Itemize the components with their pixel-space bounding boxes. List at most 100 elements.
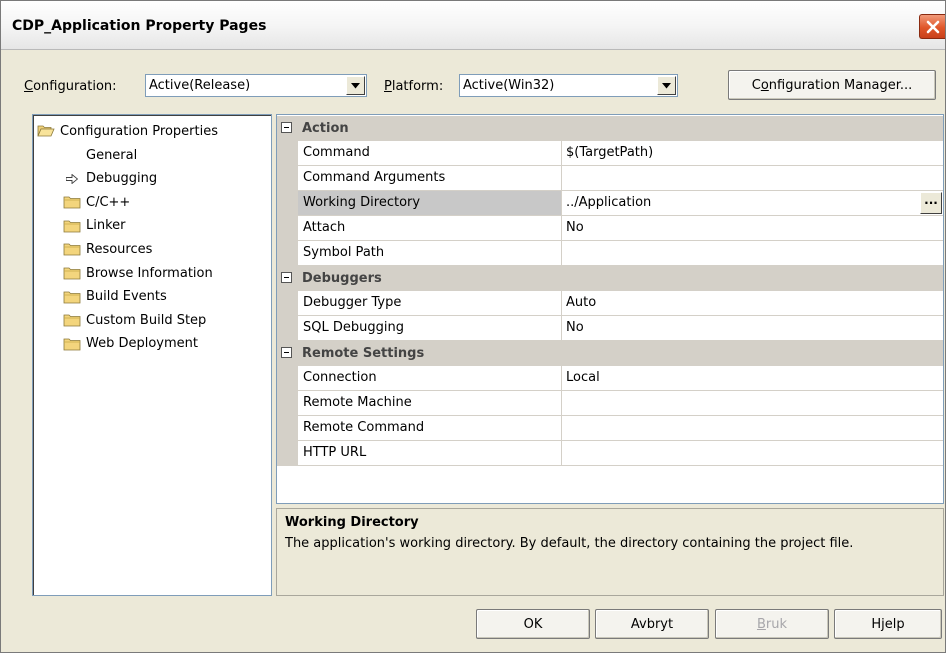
chevron-down-icon — [662, 82, 671, 88]
row-gutter — [277, 166, 298, 191]
tree-item-resources[interactable]: Resources — [63, 238, 152, 260]
tree-item-general[interactable]: General — [63, 144, 137, 166]
tree-item-label: Build Events — [86, 289, 167, 305]
browse-ellipsis-button[interactable]: ... — [920, 192, 942, 214]
category-label: Debuggers — [302, 271, 382, 286]
property-name[interactable]: Command Arguments — [298, 166, 562, 191]
category-remote-settings[interactable]: Remote Settings — [277, 341, 943, 366]
configuration-tree[interactable]: Configuration Properties General Debuggin… — [32, 114, 272, 596]
property-name[interactable]: Remote Machine — [298, 391, 562, 416]
description-text: The application's working directory. By … — [285, 536, 854, 551]
row-gutter — [277, 141, 298, 166]
property-name[interactable]: Debugger Type — [298, 291, 562, 316]
property-row-command-arguments[interactable]: Command Arguments — [277, 166, 943, 191]
property-name[interactable]: Attach — [298, 216, 562, 241]
folder-icon — [63, 219, 81, 233]
tree-item-build-events[interactable]: Build Events — [63, 286, 167, 308]
tree-item-debugging[interactable]: Debugging — [63, 168, 157, 190]
property-name[interactable]: Working Directory — [298, 191, 562, 216]
tree-item-custom-build-step[interactable]: Custom Build Step — [63, 309, 206, 331]
apply-button[interactable]: Bruk — [715, 609, 829, 639]
category-debuggers[interactable]: Debuggers — [277, 266, 943, 291]
property-name[interactable]: Command — [298, 141, 562, 166]
row-gutter — [277, 416, 298, 441]
collapse-icon[interactable] — [281, 347, 292, 358]
property-value[interactable]: Local — [562, 366, 943, 391]
property-row-symbol-path[interactable]: Symbol Path — [277, 241, 943, 266]
row-gutter — [277, 216, 298, 241]
property-row-command[interactable]: Command $(TargetPath) — [277, 141, 943, 166]
configuration-manager-button[interactable]: Co nfiguration Manager... — [728, 70, 936, 100]
property-value[interactable]: No — [562, 316, 943, 341]
tree-item-label: Web Deployment — [86, 336, 198, 352]
arrow-right-icon — [63, 172, 81, 186]
property-row-working-directory[interactable]: Working Directory ../Application... — [277, 191, 943, 216]
folder-icon — [63, 313, 81, 327]
property-value[interactable] — [562, 416, 943, 441]
category-label: Action — [302, 121, 349, 136]
configuration-label: Configuration: — [24, 79, 117, 94]
collapse-icon[interactable] — [281, 272, 292, 283]
row-gutter — [277, 366, 298, 391]
platform-label: Platform: — [384, 79, 444, 94]
close-icon — [926, 20, 939, 33]
chevron-down-icon — [351, 82, 360, 88]
property-value[interactable]: No — [562, 216, 943, 241]
property-value[interactable]: $(TargetPath) — [562, 141, 943, 166]
open-folder-icon — [37, 124, 55, 138]
tree-item-spacer — [63, 148, 81, 162]
property-row-connection[interactable]: Connection Local — [277, 366, 943, 391]
window-title: CDP_Application Property Pages — [12, 18, 267, 34]
property-value[interactable]: Auto — [562, 291, 943, 316]
row-gutter — [277, 191, 298, 216]
ok-button[interactable]: OK — [476, 609, 590, 639]
close-button[interactable] — [919, 14, 945, 39]
property-row-remote-command[interactable]: Remote Command — [277, 416, 943, 441]
folder-icon — [63, 337, 81, 351]
property-value[interactable] — [562, 166, 943, 191]
property-row-sql-debugging[interactable]: SQL Debugging No — [277, 316, 943, 341]
tree-item-label: Custom Build Step — [86, 312, 207, 328]
tree-item-label: Debugging — [86, 171, 158, 187]
configuration-value: Active(Release) — [149, 78, 251, 93]
tree-item-label: Linker — [86, 218, 126, 234]
category-action[interactable]: Action — [277, 116, 943, 141]
property-grid[interactable]: Action Command $(TargetPath) Command Argume… — [276, 114, 944, 504]
configuration-dropdown-button[interactable] — [346, 76, 365, 95]
tree-item-browse-information[interactable]: Browse Information — [63, 262, 213, 284]
tree-item-label: Browse Information — [86, 265, 213, 281]
property-value[interactable]: ../Application... — [562, 191, 943, 216]
tree-item-linker[interactable]: Linker — [63, 215, 126, 237]
folder-icon — [63, 242, 81, 256]
tree-root-label: Configuration Properties — [60, 123, 218, 139]
property-value[interactable] — [562, 241, 943, 266]
configuration-select[interactable]: Active(Release) — [145, 74, 367, 97]
property-name[interactable]: Remote Command — [298, 416, 562, 441]
property-value[interactable] — [562, 391, 943, 416]
property-row-http-url[interactable]: HTTP URL — [277, 441, 943, 466]
folder-icon — [63, 195, 81, 209]
tree-root-configuration-properties[interactable]: Configuration Properties — [37, 120, 218, 142]
tree-item-web-deployment[interactable]: Web Deployment — [63, 333, 198, 355]
property-name[interactable]: Connection — [298, 366, 562, 391]
property-row-remote-machine[interactable]: Remote Machine — [277, 391, 943, 416]
tree-item-label: C/C++ — [86, 194, 131, 210]
property-row-debugger-type[interactable]: Debugger Type Auto — [277, 291, 943, 316]
cancel-button[interactable]: Avbryt — [595, 609, 709, 639]
description-title: Working Directory — [285, 515, 419, 530]
platform-dropdown-button[interactable] — [657, 76, 676, 95]
help-button[interactable]: Hjelp — [834, 609, 942, 639]
property-name[interactable]: SQL Debugging — [298, 316, 562, 341]
row-gutter — [277, 441, 298, 466]
title-bar[interactable]: CDP_Application Property Pages — [1, 1, 945, 50]
property-name[interactable]: Symbol Path — [298, 241, 562, 266]
tree-item-label: Resources — [86, 241, 153, 257]
property-value[interactable] — [562, 441, 943, 466]
property-name[interactable]: HTTP URL — [298, 441, 562, 466]
tree-item-c-c[interactable]: C/C++ — [63, 191, 130, 213]
row-gutter — [277, 241, 298, 266]
platform-select[interactable]: Active(Win32) — [459, 74, 678, 97]
collapse-icon[interactable] — [281, 122, 292, 133]
folder-icon — [63, 266, 81, 280]
property-row-attach[interactable]: Attach No — [277, 216, 943, 241]
